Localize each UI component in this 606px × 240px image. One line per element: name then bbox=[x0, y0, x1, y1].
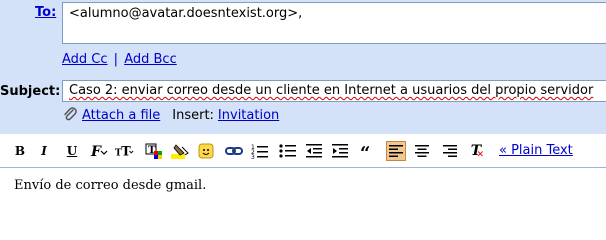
remove-x-mark: ✕ bbox=[476, 150, 484, 160]
font-icon: F bbox=[90, 144, 108, 160]
remove-formatting-button[interactable]: T ✕ bbox=[466, 141, 486, 161]
attach-row: Attach a file Insert: Invitation bbox=[62, 107, 279, 123]
highlight-icon bbox=[171, 144, 189, 159]
subject-field[interactable]: Caso 2: enviar correo desde un cliente e… bbox=[62, 80, 606, 102]
subject-field-value: Caso 2: enviar correo desde un cliente e… bbox=[69, 83, 594, 98]
insert-label: Insert: bbox=[172, 107, 214, 123]
italic-button[interactable]: I bbox=[34, 141, 54, 161]
attach-file-link[interactable]: Attach a file bbox=[82, 108, 160, 123]
formatting-toolbar: B I U F T T T 1 2 3 “ T ✕ « Plain Text bbox=[0, 139, 606, 163]
paperclip-icon bbox=[64, 107, 77, 121]
plain-text-link[interactable]: « Plain Text bbox=[499, 143, 573, 158]
bulleted-list-button[interactable] bbox=[278, 141, 298, 161]
align-center-button[interactable] bbox=[412, 141, 432, 161]
to-label[interactable]: To: bbox=[35, 5, 56, 20]
font-size-button[interactable]: T T bbox=[114, 141, 134, 161]
chain-link-icon bbox=[225, 147, 243, 155]
bold-button[interactable]: B bbox=[10, 141, 30, 161]
indent-button[interactable] bbox=[330, 141, 350, 161]
emoticon-button[interactable] bbox=[196, 141, 216, 161]
link-separator: | bbox=[113, 52, 119, 67]
link-button[interactable] bbox=[224, 141, 244, 161]
to-field-value: <alumno@avatar.doesntexist.org>, bbox=[69, 6, 303, 21]
align-right-button[interactable] bbox=[440, 141, 460, 161]
text-color-button[interactable]: T bbox=[144, 141, 164, 161]
indent-icon bbox=[332, 144, 348, 158]
message-body-editor[interactable]: Envío de correo desde gmail. bbox=[0, 167, 606, 202]
add-cc-link[interactable]: Add Cc bbox=[62, 52, 108, 67]
svg-text:3: 3 bbox=[251, 154, 255, 161]
svg-text:“: “ bbox=[360, 143, 370, 161]
outdent-icon bbox=[306, 144, 322, 158]
outdent-button[interactable] bbox=[304, 141, 324, 161]
to-field[interactable]: <alumno@avatar.doesntexist.org>, bbox=[62, 2, 606, 44]
bulleted-list-icon bbox=[279, 144, 296, 158]
font-button[interactable]: F bbox=[88, 141, 108, 161]
align-right-icon bbox=[443, 145, 457, 157]
subject-label: Subject: bbox=[0, 84, 61, 99]
font-size-icon: T T bbox=[115, 144, 134, 159]
message-body-text: Envío de correo desde gmail. bbox=[14, 178, 207, 193]
align-left-icon bbox=[389, 145, 403, 157]
numbered-list-button[interactable]: 1 2 3 bbox=[250, 141, 270, 161]
smiley-icon bbox=[198, 143, 214, 159]
svg-text:F: F bbox=[90, 144, 102, 160]
numbered-list-icon: 1 2 3 bbox=[251, 144, 268, 161]
quote-icon: “ bbox=[360, 143, 370, 161]
invitation-link[interactable]: Invitation bbox=[218, 108, 279, 123]
align-left-button[interactable] bbox=[386, 141, 406, 161]
align-center-icon bbox=[415, 145, 429, 157]
cc-bcc-links: Add Cc | Add Bcc bbox=[62, 52, 177, 67]
highlight-button[interactable] bbox=[170, 141, 190, 161]
text-color-icon: T bbox=[145, 143, 162, 159]
quote-button[interactable]: “ bbox=[358, 141, 378, 161]
add-bcc-link[interactable]: Add Bcc bbox=[124, 52, 177, 67]
underline-button[interactable]: U bbox=[62, 141, 82, 161]
